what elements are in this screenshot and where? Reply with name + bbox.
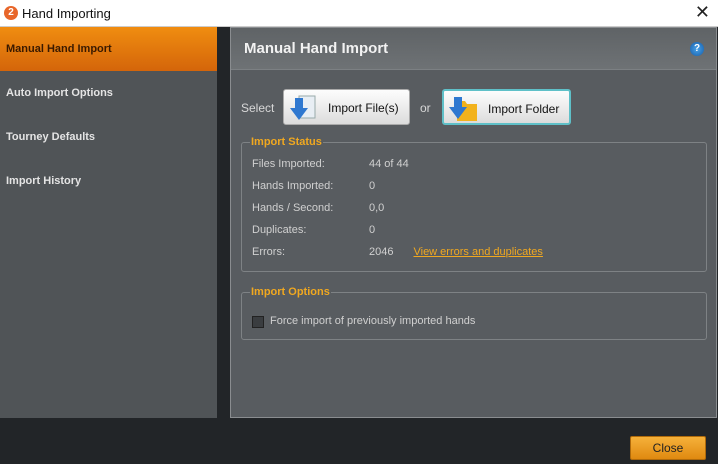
force-import-label: Force import of previously imported hand… (270, 315, 476, 327)
status-row-duplicates: Duplicates: 0 (252, 224, 376, 236)
window-title: Hand Importing (22, 6, 111, 21)
sidebar-item-import-history[interactable]: Import History (0, 159, 217, 203)
import-files-button[interactable]: Import File(s) (283, 89, 410, 125)
import-status-legend: Import Status (251, 136, 322, 148)
import-files-label: Import File(s) (328, 101, 399, 115)
main-panel: Manual Hand Import ? Select Import File(… (230, 27, 717, 418)
sidebar-item-tourney-defaults[interactable]: Tourney Defaults (0, 115, 217, 159)
sidebar-item-manual-hand-import[interactable]: Manual Hand Import (0, 27, 217, 71)
import-options-legend: Import Options (251, 286, 330, 298)
sidebar-item-auto-import-options[interactable]: Auto Import Options (0, 71, 217, 115)
import-folder-button[interactable]: Import Folder (442, 89, 571, 125)
page-title: Manual Hand Import (231, 28, 716, 70)
status-row-hands-per-second: Hands / Second: 0,0 (252, 202, 385, 214)
sidebar: Manual Hand Import Auto Import Options T… (0, 27, 217, 418)
status-row-files: Files Imported: 44 of 44 (252, 158, 409, 170)
view-errors-link[interactable]: View errors and duplicates (413, 246, 542, 258)
import-file-icon (290, 95, 316, 120)
force-import-checkbox[interactable] (252, 316, 264, 328)
select-label: Select (241, 101, 275, 115)
close-button[interactable]: Close (630, 436, 706, 460)
status-row-hands: Hands Imported: 0 (252, 180, 376, 192)
help-icon[interactable]: ? (690, 42, 704, 56)
import-options-group: Import Options Force import of previousl… (241, 286, 707, 340)
import-folder-icon (449, 97, 477, 121)
app-logo-icon: 2 (4, 6, 18, 20)
import-status-group: Import Status Files Imported: 44 of 44 Ha… (241, 136, 707, 272)
status-row-errors: Errors: 2046 View errors and duplicates (252, 246, 543, 258)
or-label: or (420, 101, 431, 115)
title-bar: 2 Hand Importing ✕ (0, 0, 718, 27)
import-folder-label: Import Folder (488, 102, 560, 116)
window-close-button[interactable]: ✕ (695, 2, 710, 23)
